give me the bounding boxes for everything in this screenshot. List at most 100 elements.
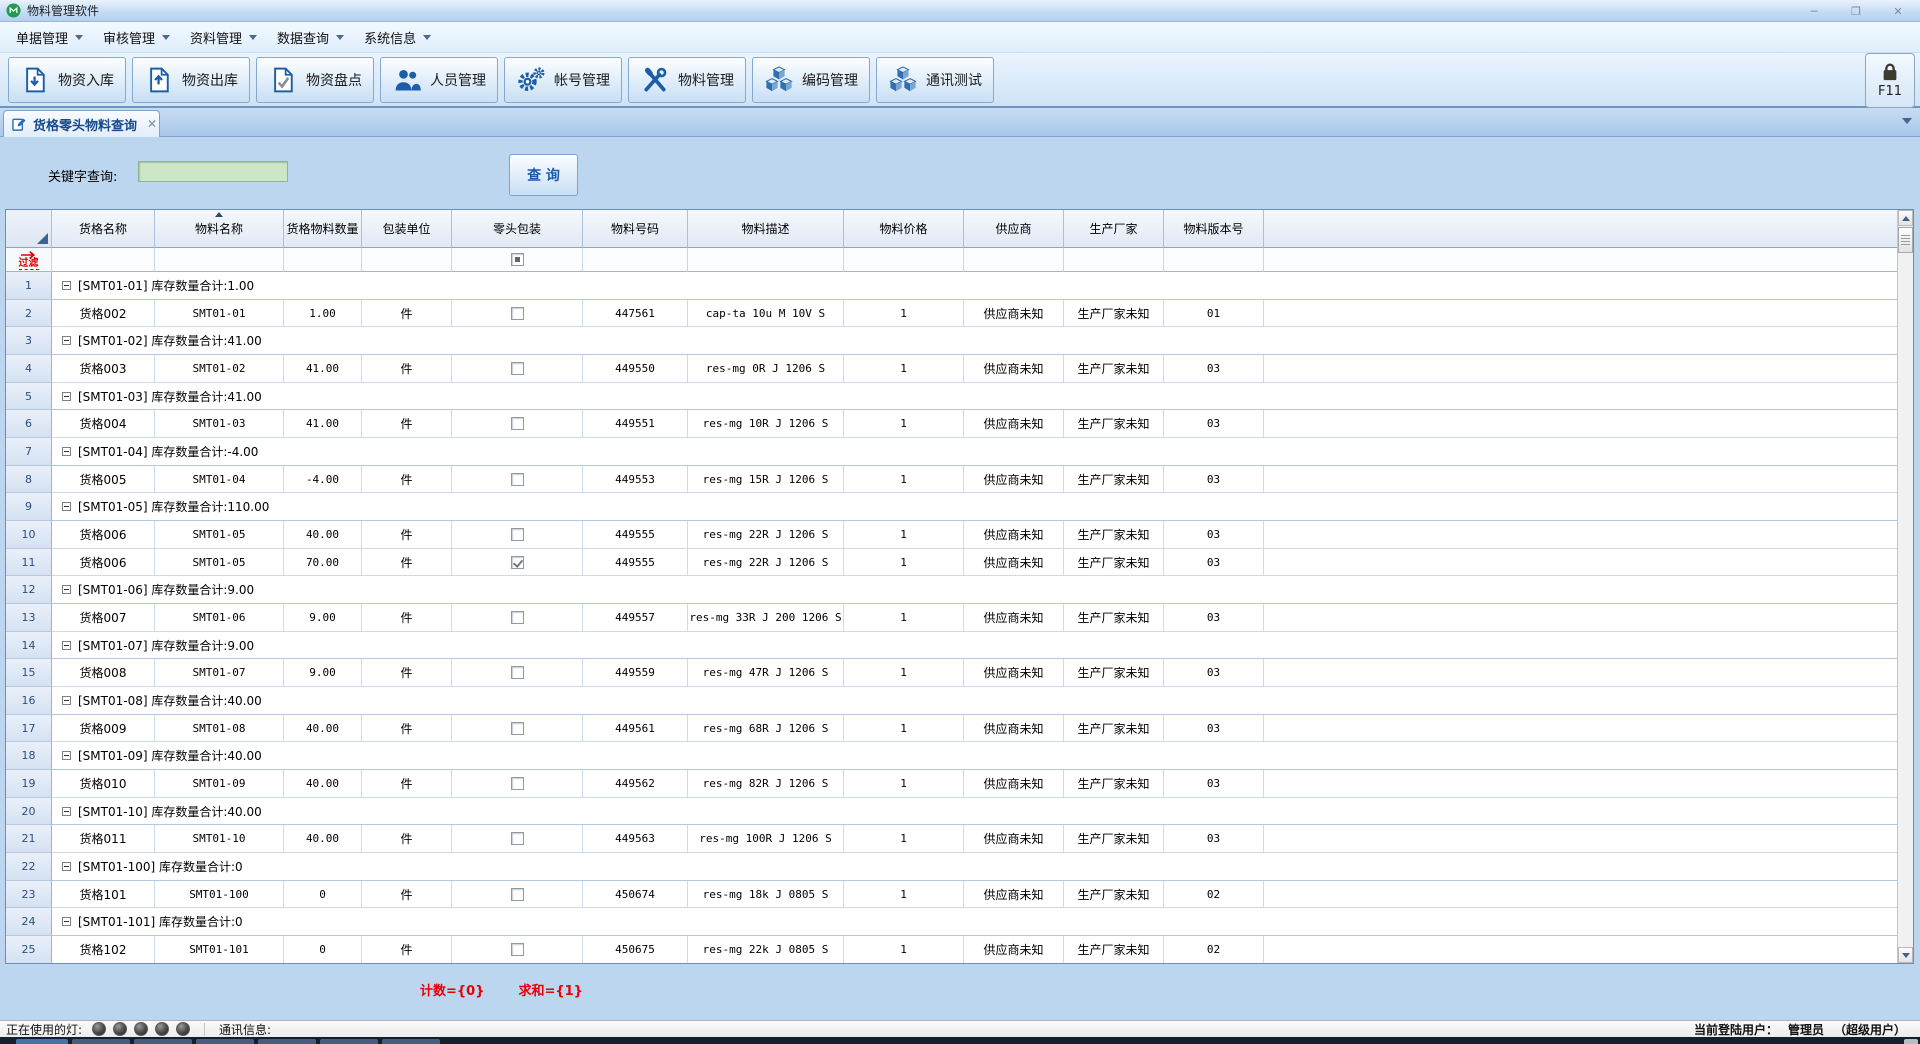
group-row[interactable]: 1[SMT01-01] 库存数量合计:1.00 bbox=[6, 272, 1897, 300]
table-row[interactable]: 25货格102SMT01-1010件450675res-mg 22k J 080… bbox=[6, 936, 1897, 963]
toolbar-button-通讯测试[interactable]: 通讯测试 bbox=[876, 57, 994, 103]
group-row[interactable]: 18[SMT01-09] 库存数量合计:40.00 bbox=[6, 742, 1897, 770]
restore-button[interactable]: ❐ bbox=[1848, 4, 1864, 18]
close-button[interactable]: ✕ bbox=[1890, 4, 1906, 18]
menu-item-单据管理[interactable]: 单据管理 bbox=[6, 24, 93, 51]
odd-package-checkbox[interactable] bbox=[511, 832, 524, 845]
menu-item-数据查询[interactable]: 数据查询 bbox=[267, 24, 354, 51]
collapse-minus-icon[interactable] bbox=[62, 696, 71, 705]
taskbar-window[interactable] bbox=[196, 1039, 254, 1044]
odd-package-checkbox[interactable] bbox=[511, 362, 524, 375]
column-header-生产厂家[interactable]: 生产厂家 bbox=[1064, 210, 1164, 248]
filter-cell-物料价格[interactable] bbox=[844, 248, 964, 272]
column-header-物料名称[interactable]: 物料名称 bbox=[155, 210, 284, 248]
group-row[interactable]: 3[SMT01-02] 库存数量合计:41.00 bbox=[6, 327, 1897, 355]
table-row[interactable]: 11货格006SMT01-0570.00件449555res-mg 22R J … bbox=[6, 549, 1897, 577]
group-row[interactable]: 7[SMT01-04] 库存数量合计:-4.00 bbox=[6, 438, 1897, 466]
odd-package-checkbox[interactable] bbox=[511, 528, 524, 541]
toolbar-button-物资入库[interactable]: 物资入库 bbox=[8, 57, 126, 103]
table-row[interactable]: 6货格004SMT01-0341.00件449551res-mg 10R J 1… bbox=[6, 410, 1897, 438]
column-header-货格物料数量[interactable]: 货格物料数量 bbox=[284, 210, 362, 248]
collapse-minus-icon[interactable] bbox=[62, 862, 71, 871]
toolbar-button-物资出库[interactable]: 物资出库 bbox=[132, 57, 250, 103]
group-row[interactable]: 14[SMT01-07] 库存数量合计:9.00 bbox=[6, 632, 1897, 660]
collapse-minus-icon[interactable] bbox=[62, 336, 71, 345]
collapse-minus-icon[interactable] bbox=[62, 502, 71, 511]
vertical-scrollbar[interactable] bbox=[1897, 210, 1913, 963]
odd-package-checkbox[interactable] bbox=[511, 307, 524, 320]
table-row[interactable]: 2货格002SMT01-011.00件447561cap-ta 10u M 10… bbox=[6, 300, 1897, 328]
scroll-up-icon[interactable] bbox=[1898, 210, 1913, 226]
taskbar-show-desktop[interactable] bbox=[1904, 1039, 1918, 1044]
odd-package-checkbox[interactable] bbox=[511, 473, 524, 486]
taskbar-window[interactable] bbox=[320, 1039, 378, 1044]
filter-cell-物料名称[interactable] bbox=[155, 248, 284, 272]
group-row[interactable]: 24[SMT01-101] 库存数量合计:0 bbox=[6, 908, 1897, 936]
column-header-货格名称[interactable]: 货格名称 bbox=[52, 210, 155, 248]
filter-cell-供应商[interactable] bbox=[964, 248, 1064, 272]
odd-package-checkbox[interactable] bbox=[511, 611, 524, 624]
group-row[interactable]: 9[SMT01-05] 库存数量合计:110.00 bbox=[6, 493, 1897, 521]
collapse-minus-icon[interactable] bbox=[62, 392, 71, 401]
column-header-物料价格[interactable]: 物料价格 bbox=[844, 210, 964, 248]
collapse-minus-icon[interactable] bbox=[62, 641, 71, 650]
query-button[interactable]: 查 询 bbox=[509, 154, 578, 196]
collapse-minus-icon[interactable] bbox=[62, 917, 71, 926]
filter-cell-包装单位[interactable] bbox=[362, 248, 452, 272]
taskbar-start-button[interactable] bbox=[16, 1039, 68, 1044]
odd-package-checkbox[interactable] bbox=[511, 556, 524, 569]
filter-cell-生产厂家[interactable] bbox=[1064, 248, 1164, 272]
table-row[interactable]: 19货格010SMT01-0940.00件449562res-mg 82R J … bbox=[6, 770, 1897, 798]
menu-item-审核管理[interactable]: 审核管理 bbox=[93, 24, 180, 51]
taskbar-window[interactable] bbox=[258, 1039, 316, 1044]
table-row[interactable]: 4货格003SMT01-0241.00件449550res-mg 0R J 12… bbox=[6, 355, 1897, 383]
toolbar-button-物料管理[interactable]: 物料管理 bbox=[628, 57, 746, 103]
taskbar-window[interactable] bbox=[72, 1039, 130, 1044]
lock-button[interactable]: F11 bbox=[1865, 53, 1915, 108]
column-header-包装单位[interactable]: 包装单位 bbox=[362, 210, 452, 248]
menu-item-系统信息[interactable]: 系统信息 bbox=[354, 24, 441, 51]
table-row[interactable]: 15货格008SMT01-079.00件449559res-mg 47R J 1… bbox=[6, 659, 1897, 687]
column-header-供应商[interactable]: 供应商 bbox=[964, 210, 1064, 248]
minimize-button[interactable]: ─ bbox=[1806, 4, 1822, 18]
group-row[interactable]: 12[SMT01-06] 库存数量合计:9.00 bbox=[6, 576, 1897, 604]
toolbar-button-帐号管理[interactable]: 帐号管理 bbox=[504, 57, 622, 103]
odd-package-checkbox[interactable] bbox=[511, 722, 524, 735]
tab-close-icon[interactable]: ✕ bbox=[147, 117, 157, 131]
menu-item-资料管理[interactable]: 资料管理 bbox=[180, 24, 267, 51]
tab-cargo-slot-query[interactable]: 货格零头物料查询 ✕ bbox=[3, 110, 160, 137]
odd-package-checkbox[interactable] bbox=[511, 417, 524, 430]
odd-package-checkbox[interactable] bbox=[511, 777, 524, 790]
filter-cell-物料描述[interactable] bbox=[688, 248, 844, 272]
keyword-query-input[interactable] bbox=[138, 161, 288, 182]
scroll-thumb[interactable] bbox=[1898, 227, 1913, 253]
filter-cell-货格名称[interactable] bbox=[52, 248, 155, 272]
column-header-物料号码[interactable]: 物料号码 bbox=[583, 210, 688, 248]
column-header-零头包装[interactable]: 零头包装 bbox=[452, 210, 583, 248]
odd-package-checkbox[interactable] bbox=[511, 888, 524, 901]
taskbar-window[interactable] bbox=[382, 1039, 440, 1044]
table-row[interactable]: 10货格006SMT01-0540.00件449555res-mg 22R J … bbox=[6, 521, 1897, 549]
column-header-物料版本号[interactable]: 物料版本号 bbox=[1164, 210, 1264, 248]
collapse-minus-icon[interactable] bbox=[62, 447, 71, 456]
filter-cell-物料号码[interactable] bbox=[583, 248, 688, 272]
toolbar-button-物资盘点[interactable]: 物资盘点 bbox=[256, 57, 374, 103]
odd-package-checkbox[interactable] bbox=[511, 666, 524, 679]
toolbar-button-编码管理[interactable]: 编码管理 bbox=[752, 57, 870, 103]
collapse-minus-icon[interactable] bbox=[62, 807, 71, 816]
scroll-down-icon[interactable] bbox=[1898, 947, 1913, 963]
table-row[interactable]: 21货格011SMT01-1040.00件449563res-mg 100R J… bbox=[6, 825, 1897, 853]
column-header-物料描述[interactable]: 物料描述 bbox=[688, 210, 844, 248]
toolbar-button-人员管理[interactable]: 人员管理 bbox=[380, 57, 498, 103]
collapse-minus-icon[interactable] bbox=[62, 585, 71, 594]
collapse-minus-icon[interactable] bbox=[62, 281, 71, 290]
taskbar-window[interactable] bbox=[134, 1039, 192, 1044]
filter-cell-物料版本号[interactable] bbox=[1164, 248, 1264, 272]
group-row[interactable]: 20[SMT01-10] 库存数量合计:40.00 bbox=[6, 798, 1897, 826]
table-row[interactable]: 23货格101SMT01-1000件450674res-mg 18k J 080… bbox=[6, 881, 1897, 909]
collapse-minus-icon[interactable] bbox=[62, 751, 71, 760]
table-row[interactable]: 8货格005SMT01-04-4.00件449553res-mg 15R J 1… bbox=[6, 466, 1897, 494]
table-row[interactable]: 17货格009SMT01-0840.00件449561res-mg 68R J … bbox=[6, 715, 1897, 743]
group-row[interactable]: 22[SMT01-100] 库存数量合计:0 bbox=[6, 853, 1897, 881]
group-row[interactable]: 5[SMT01-03] 库存数量合计:41.00 bbox=[6, 383, 1897, 411]
